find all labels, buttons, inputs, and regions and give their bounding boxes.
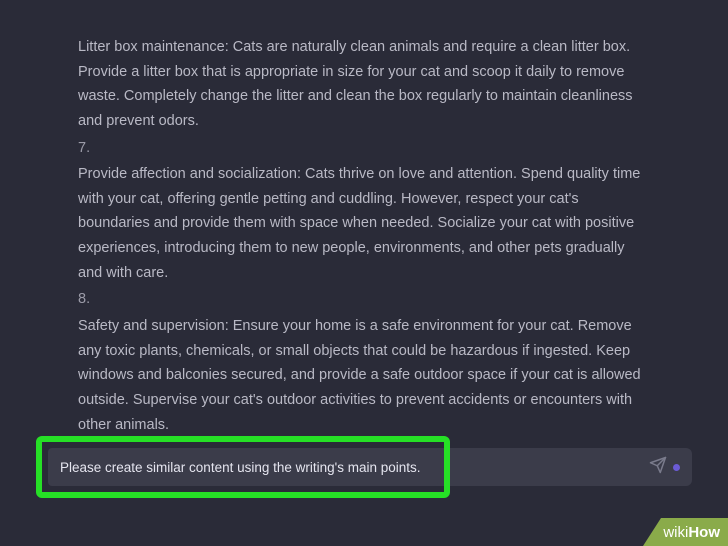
status-dot-icon [673, 464, 680, 471]
list-number-8: 8. [78, 287, 650, 312]
prompt-input[interactable] [48, 448, 438, 486]
tutorial-highlight [36, 436, 450, 498]
paragraph-litter: Litter box maintenance: Cats are natural… [78, 35, 650, 134]
paragraph-safety: Safety and supervision: Ensure your home… [78, 314, 650, 437]
badge-label: wikiHow [661, 518, 728, 546]
list-number-7: 7. [78, 136, 650, 161]
send-area [649, 456, 692, 479]
badge-wiki: wiki [663, 524, 688, 541]
send-icon[interactable] [649, 456, 667, 479]
badge-triangle [643, 518, 661, 546]
chat-response-text: Litter box maintenance: Cats are natural… [0, 0, 728, 459]
paragraph-affection: Provide affection and socialization: Cat… [78, 162, 650, 285]
wikihow-watermark: wikiHow [643, 518, 728, 546]
prompt-input-row [36, 436, 692, 498]
badge-how: How [688, 524, 720, 541]
